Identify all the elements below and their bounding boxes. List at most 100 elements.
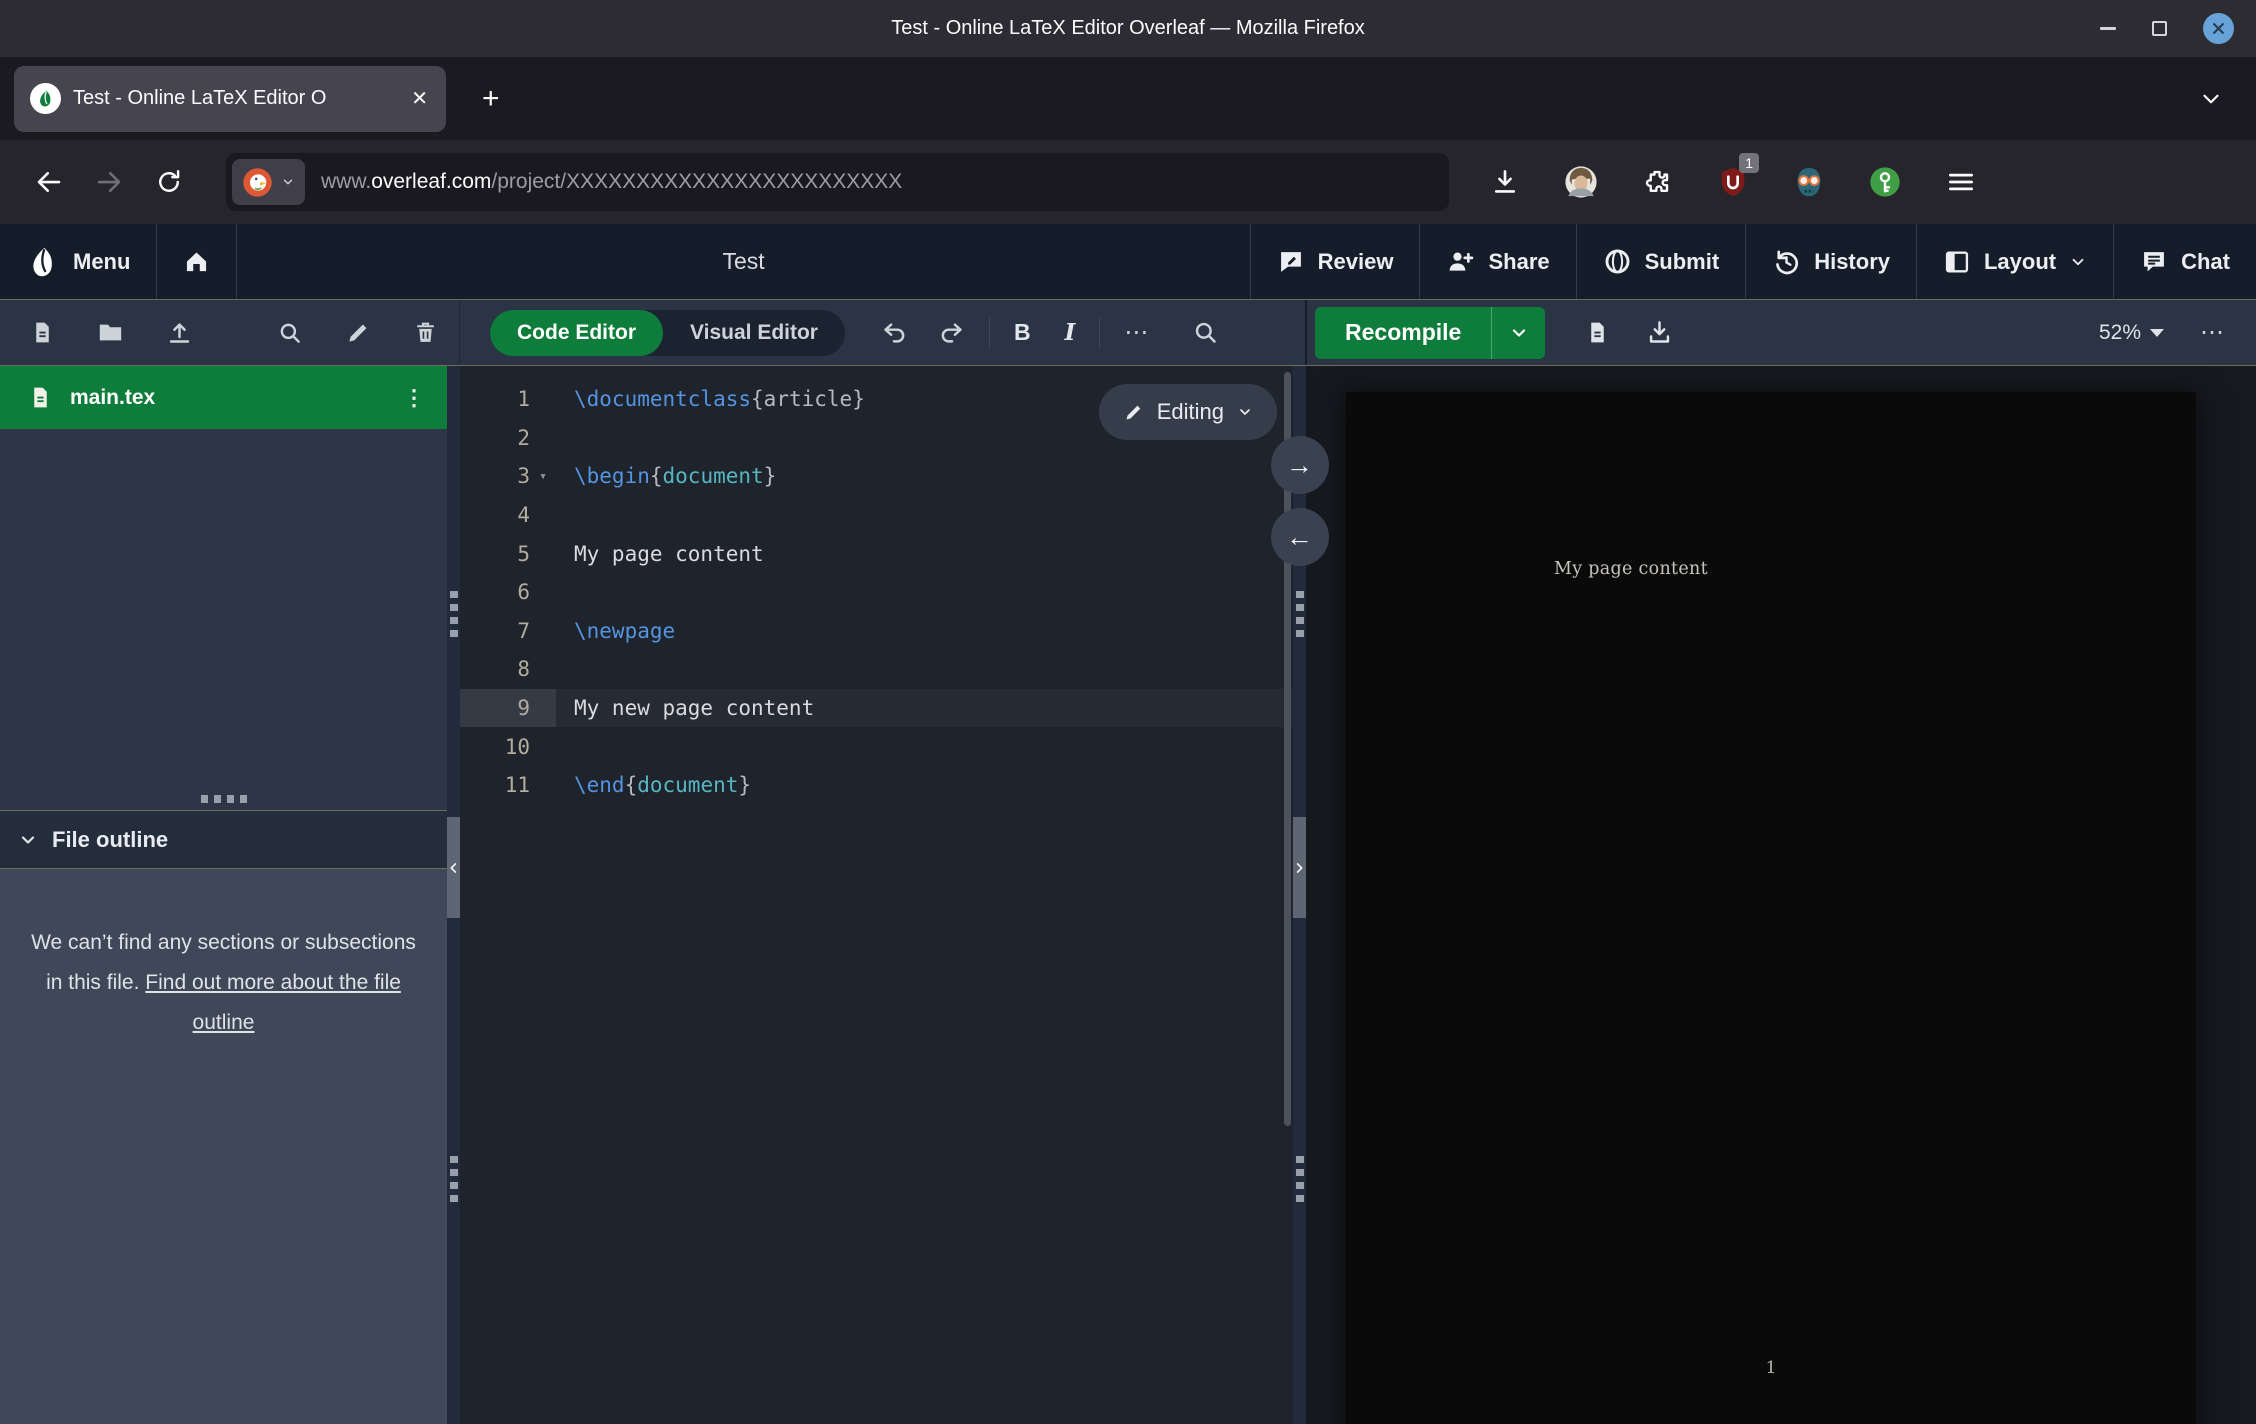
url-bar[interactable]: www.overleaf.com/project/XXXXXXXXXXXXXXX… [226,153,1449,211]
project-title: Test [237,224,1249,299]
editor-line[interactable]: 10 [460,727,1293,766]
tab-title: Test - Online LaTeX Editor O [73,87,395,110]
upload-file-button[interactable] [166,319,193,346]
editor-line[interactable]: 4 [460,496,1293,535]
editor-line[interactable]: 9My new page content [460,689,1293,728]
review-button[interactable]: Review [1250,224,1420,299]
privacy-extension-button[interactable] [1781,157,1837,207]
overleaf-header: Menu Test Review Share Submit History [0,224,2256,300]
editor-line[interactable]: 6 [460,573,1293,612]
fold-arrow-icon[interactable]: ▾ [530,469,556,484]
share-icon [1446,247,1475,276]
jump-to-code-button[interactable]: ← [1271,508,1329,566]
code-line-content[interactable]: My new page content [556,689,1293,728]
file-tree-item-maintex[interactable]: main.tex ⋮ [0,366,447,429]
editor-line[interactable]: 11\end{document} [460,766,1293,805]
close-window-button[interactable] [2203,13,2234,44]
possum-glasses-icon [1792,165,1826,199]
overleaf-favicon-icon [30,83,61,114]
editor-line[interactable]: 7\newpage [460,612,1293,651]
minimize-icon[interactable] [2100,27,2116,30]
pdf-zoom-dropdown[interactable]: 52% [2099,321,2164,345]
sidebar-editor-divider[interactable] [447,366,460,1424]
layout-button[interactable]: Layout [1916,224,2113,299]
tab-close-icon[interactable]: ✕ [407,84,432,113]
file-outline-header[interactable]: File outline [0,810,447,869]
jump-to-pdf-button[interactable]: → [1271,436,1329,494]
back-button[interactable] [24,157,74,207]
submit-button[interactable]: Submit [1576,224,1746,299]
code-line-content[interactable]: My page content [556,534,1293,573]
collapse-editor-button[interactable] [1293,817,1306,918]
line-gutter: 4 [460,496,556,535]
share-button[interactable]: Share [1419,224,1575,299]
restore-icon[interactable] [2152,21,2167,36]
pdf-more-button[interactable]: ⋯ [2200,318,2226,347]
logs-document-icon [1585,320,1610,345]
compile-logs-button[interactable] [1585,320,1610,345]
code-line-content[interactable] [556,650,1293,689]
code-editor[interactable]: 1\documentclass{article}23▾\begin{docume… [460,366,1293,1424]
search-engine-chip[interactable] [232,159,305,205]
download-pdf-button[interactable] [1646,319,1673,346]
code-line-content[interactable]: \newpage [556,612,1293,651]
pdf-preview-panel[interactable]: My page content 1 [1306,366,2256,1424]
editing-mode-button[interactable]: Editing [1099,384,1277,440]
bold-button[interactable]: B [1014,319,1031,346]
downloads-button[interactable] [1477,157,1533,207]
redo-button[interactable] [938,319,965,346]
chat-button[interactable]: Chat [2113,224,2256,299]
line-gutter: 8 [460,650,556,689]
menu-button[interactable]: Menu [0,224,157,299]
code-token: My page content [574,542,764,566]
list-all-tabs-button[interactable] [2198,86,2224,112]
file-outline-link[interactable]: Find out more about the file outline [145,971,401,1034]
duckduckgo-icon [242,167,273,198]
code-line-content[interactable] [556,496,1293,535]
new-folder-button[interactable] [97,319,124,346]
password-manager-button[interactable] [1857,157,1913,207]
code-line-content[interactable] [556,573,1293,612]
visual-editor-toggle[interactable]: Visual Editor [663,310,845,356]
code-editor-toggle[interactable]: Code Editor [490,310,663,356]
divider-drag-handle[interactable] [1296,591,1304,637]
extensions-button[interactable] [1629,157,1685,207]
file-tree-empty-area [0,429,447,810]
search-in-file-button[interactable] [1192,319,1219,346]
history-button[interactable]: History [1745,224,1916,299]
account-avatar[interactable] [1553,157,1609,207]
ublock-origin-button[interactable]: 1 [1705,157,1761,207]
editor-line[interactable]: 5My page content [460,534,1293,573]
divider-drag-handle[interactable] [1296,1156,1304,1202]
search-project-button[interactable] [277,320,303,346]
collapse-sidebar-button[interactable] [447,817,460,918]
divider-drag-handle[interactable] [450,591,458,637]
recompile-split-button: Recompile [1315,307,1545,359]
forward-button[interactable] [84,157,134,207]
new-tab-button[interactable]: + [474,82,508,116]
new-file-button[interactable] [30,320,55,345]
code-line-content[interactable] [556,727,1293,766]
app-menu-button[interactable] [1933,157,1989,207]
undo-button[interactable] [881,319,908,346]
recompile-options-button[interactable] [1491,307,1545,359]
more-tools-button[interactable]: ⋯ [1124,318,1150,347]
browser-tab[interactable]: Test - Online LaTeX Editor O ✕ [14,66,446,132]
recompile-button[interactable]: Recompile [1315,319,1491,346]
editor-pdf-divider[interactable]: → ← [1293,366,1306,1424]
reload-button[interactable] [144,157,194,207]
delete-button[interactable] [413,320,438,345]
code-token: \begin [574,464,650,488]
code-line-content[interactable]: \begin{document} [556,457,1293,496]
search-icon [277,320,303,346]
divider-drag-handle[interactable] [450,1156,458,1202]
editor-line[interactable]: 3▾\begin{document} [460,457,1293,496]
rename-button[interactable] [345,320,371,346]
toolbar-separator [1099,317,1100,349]
italic-button[interactable]: I [1065,319,1076,346]
home-button[interactable] [157,224,237,299]
file-menu-button[interactable]: ⋮ [403,385,425,411]
outline-resize-handle[interactable] [201,795,247,803]
editor-line[interactable]: 8 [460,650,1293,689]
code-line-content[interactable]: \end{document} [556,766,1293,805]
